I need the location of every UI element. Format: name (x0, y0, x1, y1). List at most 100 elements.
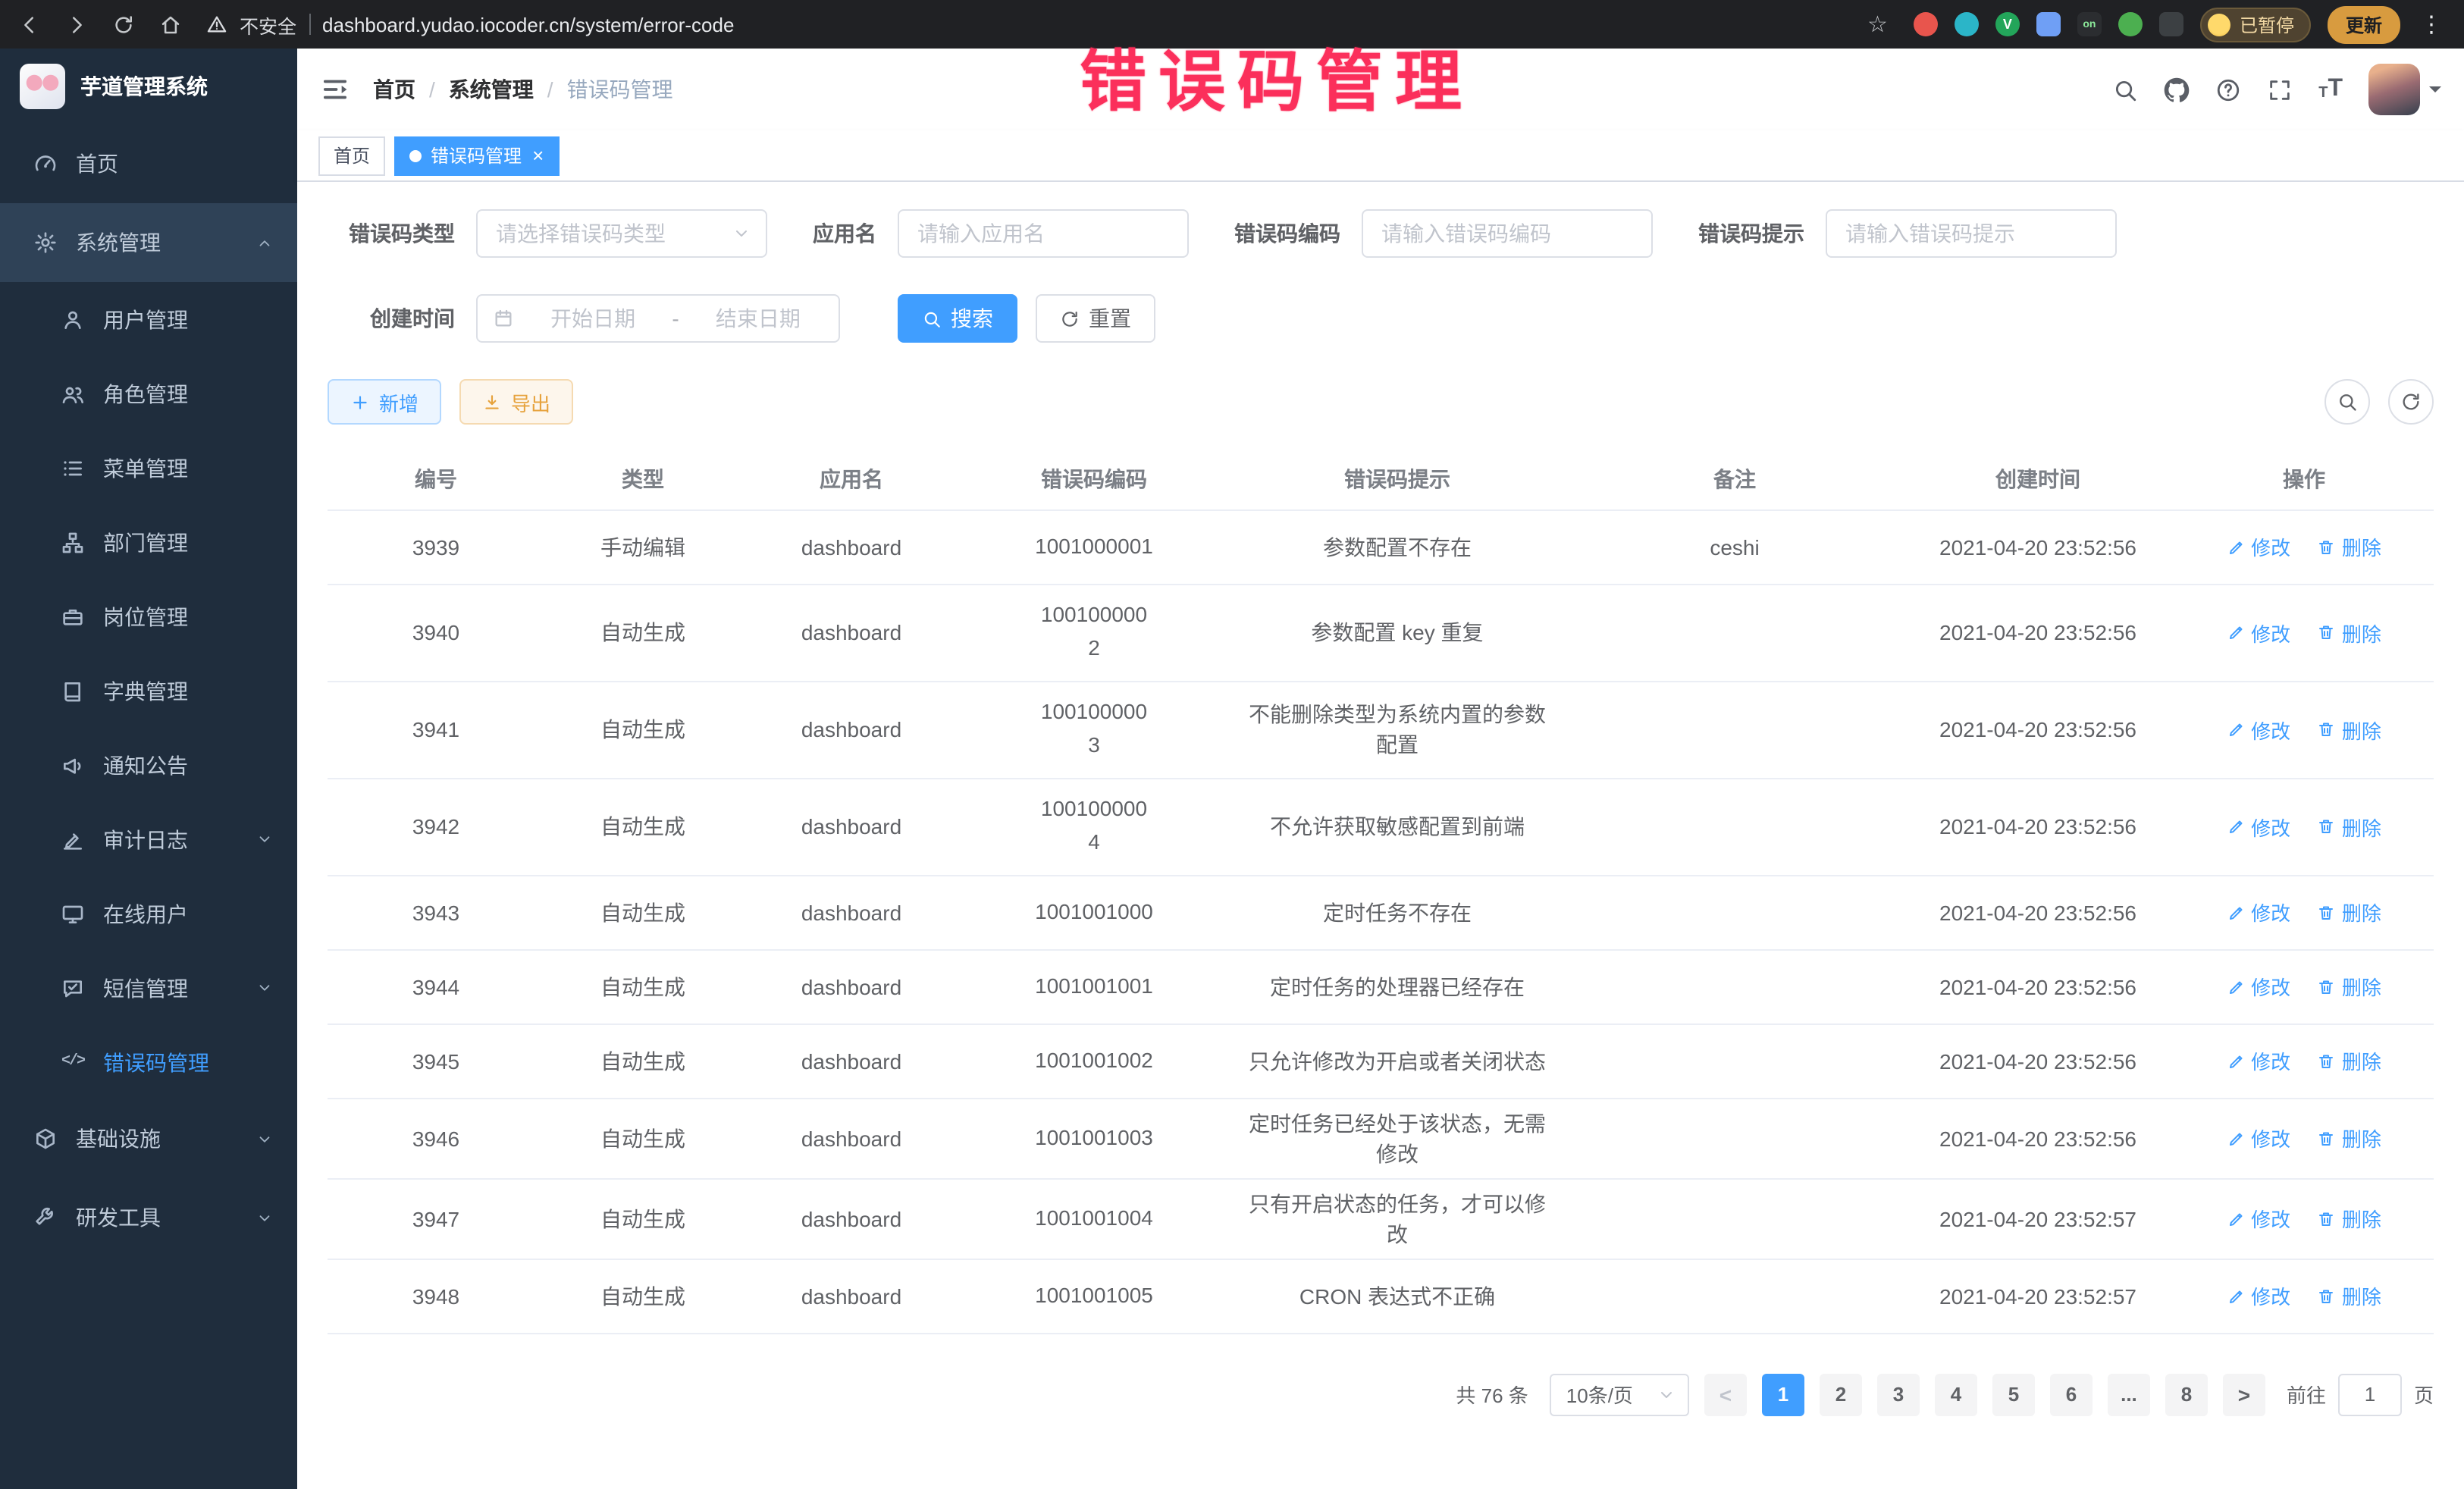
extension-pin-icon[interactable] (2159, 12, 2183, 36)
edit-link[interactable]: 修改 (2227, 1204, 2290, 1233)
delete-link[interactable]: 删除 (2318, 532, 2381, 561)
hamburger-icon[interactable] (320, 74, 350, 105)
edit-link[interactable]: 修改 (2227, 898, 2290, 926)
error-message-input[interactable] (1826, 209, 2117, 258)
app-name-input[interactable] (898, 209, 1189, 258)
extension-leaf-icon[interactable] (2118, 12, 2143, 36)
edit-link[interactable]: 修改 (2227, 812, 2290, 841)
sidebar-item-home[interactable]: 首页 (0, 124, 297, 203)
page-button-6[interactable]: 6 (2050, 1373, 2093, 1415)
delete-link[interactable]: 删除 (2318, 1204, 2381, 1233)
page-size-select[interactable]: 10条/页 (1550, 1373, 1689, 1415)
url-text[interactable]: dashboard.yudao.iocoder.cn/system/error-… (322, 13, 734, 36)
delete-link[interactable]: 删除 (2318, 618, 2381, 647)
omnibox[interactable]: 不安全 dashboard.yudao.iocoder.cn/system/er… (206, 10, 1867, 39)
refresh-button[interactable] (2388, 379, 2434, 425)
back-icon[interactable] (18, 13, 41, 36)
search-icon[interactable] (2112, 77, 2138, 102)
add-button[interactable]: 新增 (328, 379, 441, 425)
fullscreen-icon[interactable] (2267, 77, 2293, 102)
extension-teal-icon[interactable] (1955, 12, 1979, 36)
sidebar-item-audit-log[interactable]: 审计日志 (0, 802, 297, 876)
page-button-2[interactable]: 2 (1820, 1373, 1862, 1415)
page-button-3[interactable]: 3 (1877, 1373, 1920, 1415)
sidebar-item-error-code[interactable]: </> 错误码管理 (0, 1025, 297, 1099)
edit-link[interactable]: 修改 (2227, 1124, 2290, 1152)
edit-link[interactable]: 修改 (2227, 972, 2290, 1001)
sidebar-item-roles[interactable]: 角色管理 (0, 356, 297, 431)
goto-page-input[interactable] (2338, 1373, 2402, 1415)
tab-home[interactable]: 首页 (318, 136, 385, 175)
help-icon[interactable] (2215, 77, 2241, 102)
page-button-5[interactable]: 5 (1992, 1373, 2035, 1415)
next-page-button[interactable]: > (2223, 1373, 2265, 1415)
delete-link[interactable]: 删除 (2318, 812, 2381, 841)
sidebar-item-users[interactable]: 用户管理 (0, 282, 297, 356)
home-icon[interactable] (159, 13, 182, 36)
calendar-icon (493, 308, 514, 329)
search-button[interactable]: 搜索 (898, 294, 1017, 343)
delete-link[interactable]: 删除 (2318, 715, 2381, 744)
page-button-1[interactable]: 1 (1762, 1373, 1804, 1415)
forward-icon[interactable] (65, 13, 88, 36)
reload-icon[interactable] (112, 13, 135, 36)
reset-button[interactable]: 重置 (1036, 294, 1155, 343)
filter-error-code: 错误码编码 (1234, 209, 1653, 258)
cell-id: 3944 (328, 949, 544, 1023)
edit-link[interactable]: 修改 (2227, 1046, 2290, 1075)
security-label[interactable]: 不安全 (240, 10, 296, 39)
cell-app: dashboard (741, 1098, 961, 1178)
extension-v-icon[interactable]: V (1995, 12, 2020, 36)
sidebar-item-dict[interactable]: 字典管理 (0, 654, 297, 728)
date-range-picker[interactable]: 开始日期 - 结束日期 (476, 294, 840, 343)
message-icon (61, 976, 85, 1000)
breadcrumb-system[interactable]: 系统管理 (449, 74, 534, 105)
bookmark-star-icon[interactable]: ☆ (1867, 11, 1888, 38)
delete-link-label: 删除 (2342, 898, 2381, 926)
app-logo-row[interactable]: 芋道管理系统 (0, 49, 297, 124)
error-type-select[interactable]: 请选择错误码类型 (476, 209, 767, 258)
edit-link[interactable]: 修改 (2227, 532, 2290, 561)
chevron-down-icon (256, 1209, 273, 1226)
delete-link[interactable]: 删除 (2318, 1124, 2381, 1152)
sidebar-item-online-users[interactable]: 在线用户 (0, 876, 297, 951)
error-code-input[interactable] (1362, 209, 1653, 258)
font-size-icon[interactable]: TT (2318, 77, 2343, 102)
page-button-8[interactable]: 8 (2165, 1373, 2208, 1415)
export-button[interactable]: 导出 (459, 379, 573, 425)
delete-link[interactable]: 删除 (2318, 972, 2381, 1001)
breadcrumb-home[interactable]: 首页 (373, 74, 415, 105)
edit-link[interactable]: 修改 (2227, 715, 2290, 744)
extension-on-icon[interactable]: on (2077, 12, 2102, 36)
edit-link[interactable]: 修改 (2227, 618, 2290, 647)
tab-error-code[interactable]: 错误码管理 × (394, 136, 559, 175)
sidebar-item-sms[interactable]: 短信管理 (0, 951, 297, 1025)
close-icon[interactable]: × (532, 146, 544, 165)
browser-menu-icon[interactable]: ⋮ (2417, 11, 2446, 38)
edit-link[interactable]: 修改 (2227, 1281, 2290, 1310)
sidebar-item-menus[interactable]: 菜单管理 (0, 431, 297, 505)
page-ellipsis-button[interactable]: ... (2108, 1373, 2150, 1415)
sidebar-item-posts[interactable]: 岗位管理 (0, 579, 297, 654)
profile-paused-badge[interactable]: 已暂停 (2200, 7, 2311, 42)
sidebar-item-devtools[interactable]: 研发工具 (0, 1178, 297, 1257)
browser-update-button[interactable]: 更新 (2328, 5, 2400, 43)
delete-link[interactable]: 删除 (2318, 1281, 2381, 1310)
sidebar-item-system[interactable]: 系统管理 (0, 203, 297, 282)
cell-type: 自动生成 (544, 1259, 741, 1333)
sidebar-item-departments[interactable]: 部门管理 (0, 505, 297, 579)
delete-link[interactable]: 删除 (2318, 898, 2381, 926)
github-icon[interactable] (2164, 77, 2190, 102)
delete-link[interactable]: 删除 (2318, 1046, 2381, 1075)
edit-link-label: 修改 (2251, 898, 2290, 926)
extension-grid-icon[interactable] (2036, 12, 2061, 36)
page-size-value: 10条/页 (1566, 1380, 1633, 1409)
page-button-4[interactable]: 4 (1935, 1373, 1977, 1415)
prev-page-button[interactable]: < (1704, 1373, 1747, 1415)
sidebar-item-infrastructure[interactable]: 基础设施 (0, 1099, 297, 1178)
user-menu[interactable] (2368, 64, 2441, 115)
toggle-search-button[interactable] (2324, 379, 2370, 425)
sidebar-item-notice[interactable]: 通知公告 (0, 728, 297, 802)
extension-red-icon[interactable] (1914, 12, 1938, 36)
breadcrumb-separator: / (547, 77, 553, 102)
